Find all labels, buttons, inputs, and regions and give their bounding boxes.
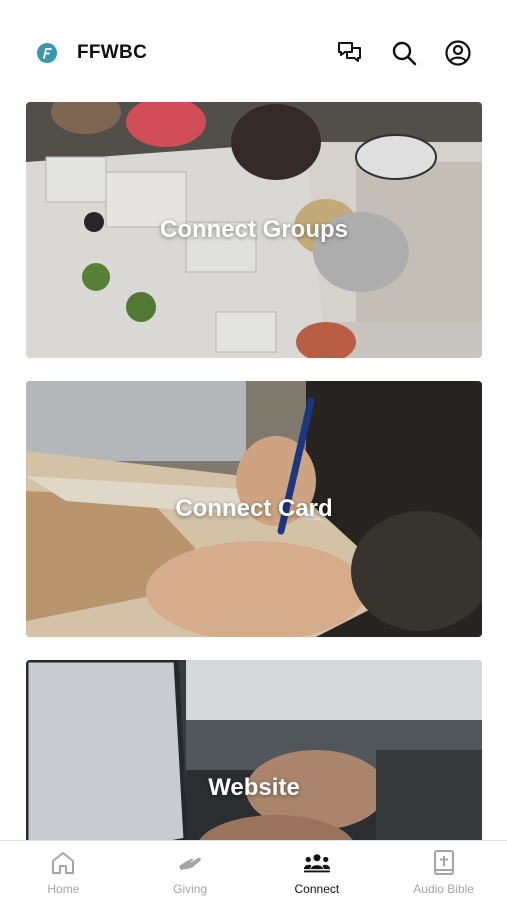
card-title: Connect Card [175, 495, 333, 522]
card-title: Website [208, 774, 300, 801]
search-button[interactable] [389, 38, 419, 68]
tab-connect[interactable]: Connect [254, 841, 381, 900]
bible-icon [430, 849, 458, 877]
header-actions [335, 38, 473, 68]
account-button[interactable] [443, 38, 473, 68]
connect-feed: Connect Groups Connect Card Website [26, 102, 482, 900]
app-title: FFWBC [77, 42, 148, 63]
tab-home[interactable]: Home [0, 841, 127, 900]
account-icon [445, 40, 471, 66]
connect-groups-card[interactable]: Connect Groups [26, 102, 482, 358]
bottom-tab-bar: Home Giving Connect Audio Bible [0, 840, 507, 900]
church-logo-icon [36, 42, 58, 64]
tab-label: Home [47, 882, 80, 896]
chat-button[interactable] [335, 38, 365, 68]
search-icon [392, 41, 417, 66]
tab-label: Connect [294, 882, 340, 896]
people-icon [303, 849, 331, 877]
giving-hand-icon [176, 849, 204, 877]
tab-audio-bible[interactable]: Audio Bible [380, 841, 507, 900]
status-bar [0, 0, 507, 22]
home-icon [49, 849, 77, 877]
tab-label: Audio Bible [413, 882, 474, 896]
tab-label: Giving [173, 882, 208, 896]
app-header: FFWBC [0, 28, 507, 78]
card-title: Connect Groups [159, 216, 348, 243]
chat-icon [338, 42, 361, 62]
tab-giving[interactable]: Giving [127, 841, 254, 900]
connect-card-card[interactable]: Connect Card [26, 381, 482, 637]
